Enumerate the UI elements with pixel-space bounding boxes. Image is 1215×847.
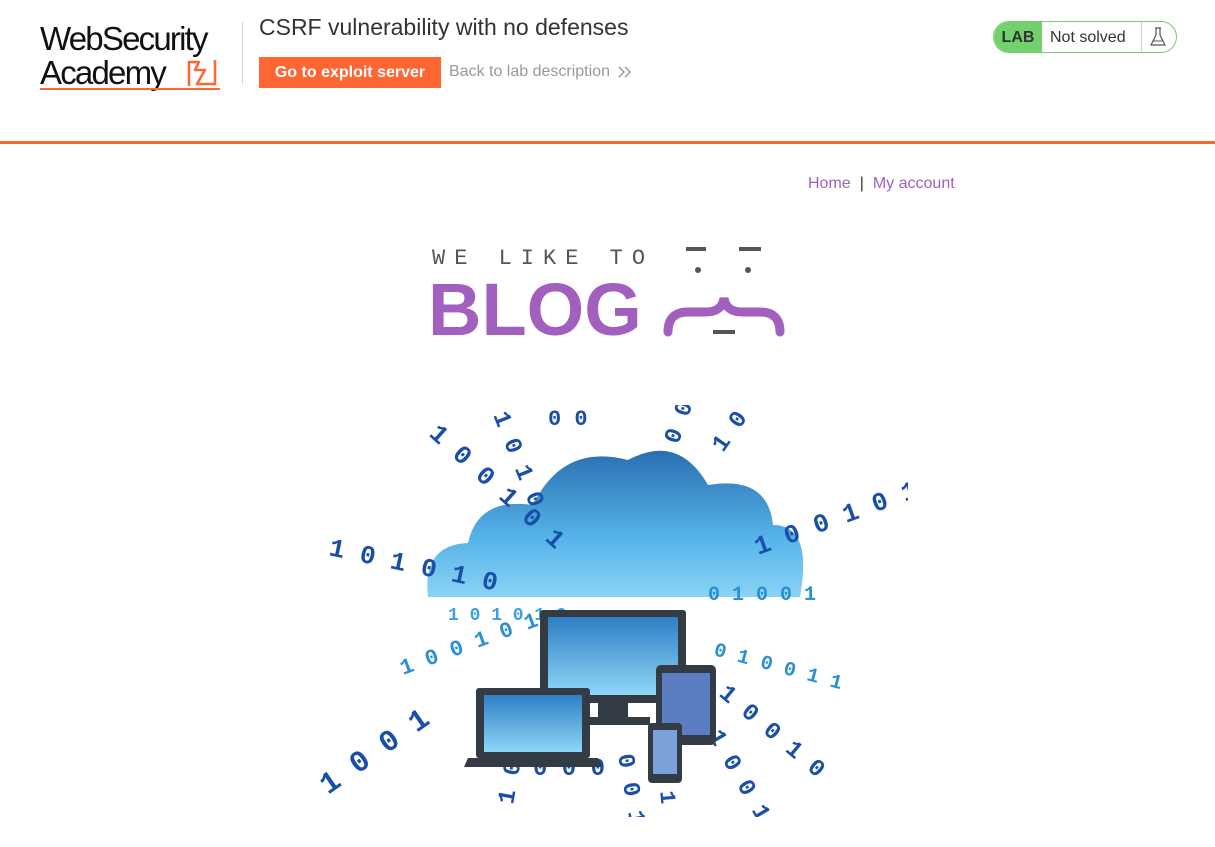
svg-text:0 0 1 1: 0 0 1 1 bbox=[610, 752, 654, 817]
logo-text-line2: Academy bbox=[40, 54, 167, 91]
logo-text-line1: WebSecurity bbox=[40, 20, 208, 57]
lab-status-widget: LAB Not solved bbox=[993, 21, 1177, 53]
face-right-eye bbox=[745, 267, 751, 273]
blog-top-links: Home | My account bbox=[808, 175, 955, 193]
logo-bolt-icon bbox=[187, 60, 217, 86]
cloud-devices-hero-image: 1 0 1 0 1 0 1 0 0 1 0 1 1 0 1 0 0 0 0 0 … bbox=[318, 405, 908, 817]
lab-title: CSRF vulnerability with no defenses bbox=[259, 14, 629, 40]
svg-text:1 0 0 1 0 1: 1 0 0 1 0 1 bbox=[750, 476, 908, 563]
go-to-exploit-server-button[interactable]: Go to exploit server bbox=[259, 57, 441, 88]
lab-status-text: Not solved bbox=[1050, 29, 1126, 46]
we-like-to-blog-banner: WE LIKE TO BLOG bbox=[428, 246, 785, 340]
nav-separator: | bbox=[859, 175, 864, 192]
laptop-base bbox=[464, 758, 602, 767]
svg-text:1 0 0 1: 1 0 0 1 bbox=[318, 703, 437, 803]
web-security-academy-logo[interactable]: WebSecurity Academy bbox=[40, 20, 245, 92]
home-link[interactable]: Home bbox=[808, 175, 851, 192]
face-left-eye bbox=[695, 267, 701, 273]
double-chevron-right-icon[interactable] bbox=[617, 64, 633, 80]
my-account-link[interactable]: My account bbox=[873, 175, 955, 192]
header-divider bbox=[242, 22, 243, 84]
banner-blog-word: BLOG bbox=[428, 268, 642, 340]
face-right-eyebrow bbox=[739, 247, 761, 251]
status-separator bbox=[1141, 22, 1142, 52]
laptop-screen bbox=[484, 695, 582, 752]
header-orange-rule bbox=[0, 141, 1215, 144]
monitor-stand bbox=[598, 703, 628, 717]
svg-text:0 0: 0 0 bbox=[548, 407, 588, 432]
academy-header: WebSecurity Academy CSRF vulnerability w… bbox=[0, 0, 1215, 142]
phone-screen bbox=[653, 730, 677, 774]
lab-badge: LAB bbox=[994, 22, 1042, 52]
back-to-lab-description-link[interactable]: Back to lab description bbox=[449, 63, 610, 81]
svg-text:1 0 0 1 0: 1 0 0 1 0 bbox=[707, 405, 803, 458]
face-underscore bbox=[713, 330, 735, 334]
face-brace-mouth bbox=[663, 297, 785, 337]
svg-text:0 1 0 0 1: 0 1 0 0 1 bbox=[708, 584, 816, 607]
logo-underline bbox=[40, 88, 220, 90]
flask-icon bbox=[1150, 27, 1166, 46]
face-left-eyebrow bbox=[686, 247, 706, 251]
